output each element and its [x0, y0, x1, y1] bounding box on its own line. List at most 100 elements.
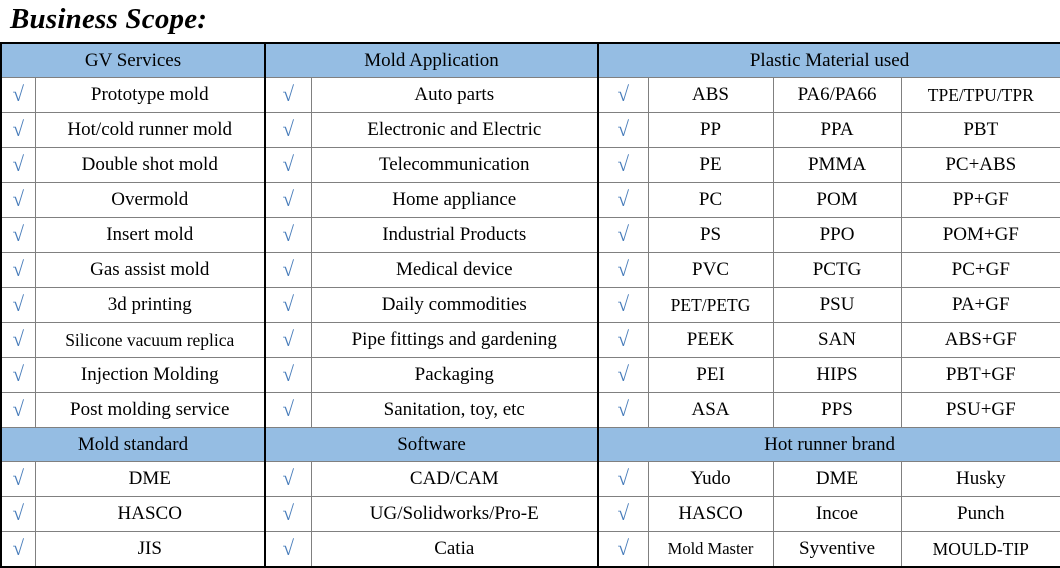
mat-check[interactable]: √: [597, 252, 649, 288]
mat-check[interactable]: √: [597, 77, 649, 113]
sw-check[interactable]: √: [264, 531, 312, 568]
std-label: HASCO: [34, 496, 266, 532]
app-label: Pipe fittings and gardening: [310, 322, 599, 358]
mat-col3: ABS+GF: [900, 322, 1060, 358]
app-check[interactable]: √: [264, 112, 312, 148]
app-check[interactable]: √: [264, 357, 312, 393]
mat-check[interactable]: √: [597, 322, 649, 358]
gv-label: Silicone vacuum replica: [34, 322, 266, 358]
mat-col3: PP+GF: [900, 182, 1060, 218]
mat-col3: PBT: [900, 112, 1060, 148]
check-icon: √: [617, 362, 630, 386]
gv-label: Gas assist mold: [34, 252, 266, 288]
sw-label: UG/Solidworks/Pro-E: [310, 496, 599, 532]
check-icon: √: [617, 222, 630, 246]
check-icon: √: [282, 82, 295, 106]
app-check[interactable]: √: [264, 392, 312, 428]
app-check[interactable]: √: [264, 182, 312, 218]
sw-check[interactable]: √: [264, 461, 312, 497]
hr-col2: DME: [772, 461, 902, 497]
table-row: √ DME √ CAD/CAM √ Yudo DME Husky: [0, 461, 1060, 497]
gv-check[interactable]: √: [0, 112, 36, 148]
mat-check[interactable]: √: [597, 147, 649, 183]
table-row: √ Hot/cold runner mold √ Electronic and …: [0, 112, 1060, 148]
check-icon: √: [617, 117, 630, 141]
check-icon: √: [12, 222, 25, 246]
gv-check[interactable]: √: [0, 217, 36, 253]
check-icon: √: [617, 501, 630, 525]
table-row: √ JIS √ Catia √ Mold Master Syventive MO…: [0, 531, 1060, 568]
check-icon: √: [12, 82, 25, 106]
std-check[interactable]: √: [0, 531, 36, 568]
table-row: √ Silicone vacuum replica √ Pipe fitting…: [0, 322, 1060, 358]
mat-check[interactable]: √: [597, 217, 649, 253]
app-check[interactable]: √: [264, 322, 312, 358]
check-icon: √: [617, 152, 630, 176]
app-check[interactable]: √: [264, 147, 312, 183]
check-icon: √: [12, 466, 25, 490]
check-icon: √: [617, 397, 630, 421]
std-check[interactable]: √: [0, 496, 36, 532]
check-icon: √: [282, 187, 295, 211]
app-check[interactable]: √: [264, 77, 312, 113]
gv-check[interactable]: √: [0, 392, 36, 428]
mat-col1: PEEK: [647, 322, 774, 358]
app-label: Packaging: [310, 357, 599, 393]
app-label: Auto parts: [310, 77, 599, 113]
gv-check[interactable]: √: [0, 182, 36, 218]
mat-col3: PBT+GF: [900, 357, 1060, 393]
hr-check[interactable]: √: [597, 531, 649, 568]
business-scope-page: Business Scope: GV Services Mold Applica…: [0, 0, 1060, 568]
mat-col1: PVC: [647, 252, 774, 288]
check-icon: √: [617, 187, 630, 211]
mat-col2: HIPS: [772, 357, 902, 393]
hr-check[interactable]: √: [597, 461, 649, 497]
check-icon: √: [617, 536, 630, 560]
app-check[interactable]: √: [264, 252, 312, 288]
gv-label: Hot/cold runner mold: [34, 112, 266, 148]
mat-check[interactable]: √: [597, 392, 649, 428]
mat-check[interactable]: √: [597, 357, 649, 393]
header-mold-standard: Mold standard: [0, 427, 266, 462]
sw-check[interactable]: √: [264, 496, 312, 532]
mat-col1: PC: [647, 182, 774, 218]
app-label: Home appliance: [310, 182, 599, 218]
gv-check[interactable]: √: [0, 252, 36, 288]
hr-col2: Incoe: [772, 496, 902, 532]
gv-check[interactable]: √: [0, 287, 36, 323]
header-hot-runner-brand: Hot runner brand: [597, 427, 1060, 462]
table-row: √ HASCO √ UG/Solidworks/Pro-E √ HASCO In…: [0, 496, 1060, 532]
mat-col3: PA+GF: [900, 287, 1060, 323]
mat-col2: POM: [772, 182, 902, 218]
mat-check[interactable]: √: [597, 182, 649, 218]
mat-col1: PE: [647, 147, 774, 183]
header-plastic-material-used: Plastic Material used: [597, 42, 1060, 78]
mat-check[interactable]: √: [597, 112, 649, 148]
gv-label: 3d printing: [34, 287, 266, 323]
check-icon: √: [282, 501, 295, 525]
check-icon: √: [12, 501, 25, 525]
hr-check[interactable]: √: [597, 496, 649, 532]
gv-check[interactable]: √: [0, 147, 36, 183]
app-label: Medical device: [310, 252, 599, 288]
gv-check[interactable]: √: [0, 357, 36, 393]
gv-check[interactable]: √: [0, 322, 36, 358]
gv-label: Prototype mold: [34, 77, 266, 113]
check-icon: √: [282, 152, 295, 176]
hr-col3: MOULD-TIP: [900, 531, 1060, 568]
mat-col2: PPA: [772, 112, 902, 148]
sw-label: Catia: [310, 531, 599, 568]
sw-label: CAD/CAM: [310, 461, 599, 497]
mat-check[interactable]: √: [597, 287, 649, 323]
std-check[interactable]: √: [0, 461, 36, 497]
check-icon: √: [282, 536, 295, 560]
gv-label: Overmold: [34, 182, 266, 218]
app-check[interactable]: √: [264, 287, 312, 323]
check-icon: √: [12, 187, 25, 211]
mat-col3: PC+ABS: [900, 147, 1060, 183]
gv-check[interactable]: √: [0, 77, 36, 113]
check-icon: √: [617, 327, 630, 351]
business-scope-table: GV Services Mold Application Plastic Mat…: [0, 42, 1060, 568]
app-check[interactable]: √: [264, 217, 312, 253]
check-icon: √: [12, 536, 25, 560]
